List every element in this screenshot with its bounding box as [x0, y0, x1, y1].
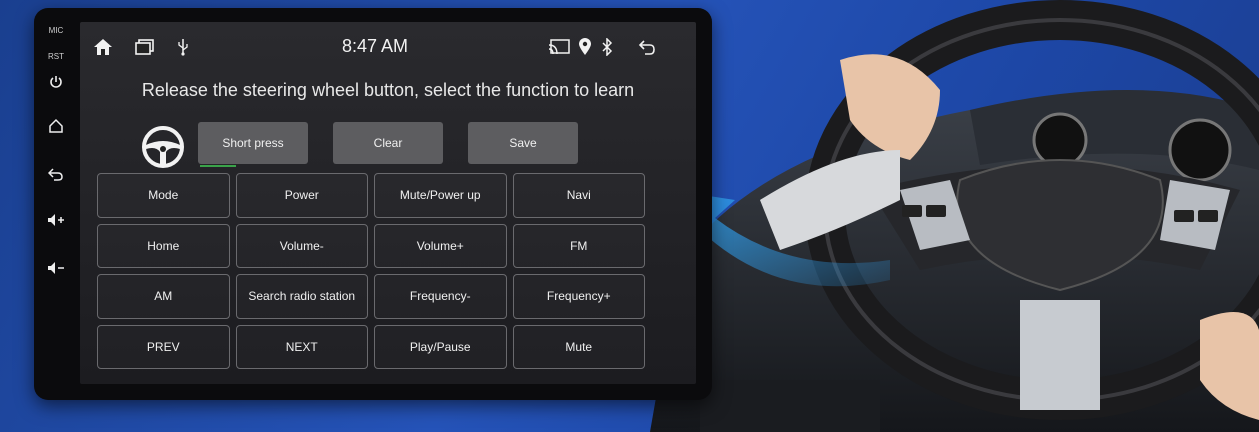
- function-navi[interactable]: Navi: [512, 173, 645, 218]
- head-unit-screen: 8:47 AM Release the steering wheel butto…: [80, 22, 696, 384]
- location-icon: [574, 36, 596, 58]
- mic-label: MIC: [48, 26, 64, 35]
- function-frequency-down[interactable]: Frequency-: [374, 274, 507, 319]
- home-icon[interactable]: [92, 36, 114, 58]
- function-play-pause[interactable]: Play/Pause: [374, 324, 507, 369]
- active-indicator: [200, 165, 236, 167]
- volume-down-icon[interactable]: [44, 256, 68, 280]
- function-volume-up[interactable]: Volume+: [374, 223, 507, 268]
- usb-icon: [172, 36, 194, 58]
- function-mute-power-up[interactable]: Mute/Power up: [374, 173, 507, 218]
- power-icon[interactable]: [44, 70, 68, 94]
- bluetooth-icon: [596, 36, 618, 58]
- rst-label: RST: [48, 52, 64, 61]
- function-prev[interactable]: PREV: [97, 324, 230, 369]
- recent-apps-icon[interactable]: [134, 36, 156, 58]
- volume-up-icon[interactable]: [44, 208, 68, 232]
- back-icon[interactable]: [636, 36, 658, 58]
- short-press-button[interactable]: Short press: [198, 122, 308, 164]
- function-frequency-up[interactable]: Frequency+: [512, 274, 645, 319]
- save-button[interactable]: Save: [468, 122, 578, 164]
- back-icon[interactable]: [44, 162, 68, 186]
- instruction-text: Release the steering wheel button, selec…: [141, 80, 635, 100]
- function-search-radio-station[interactable]: Search radio station: [235, 274, 368, 319]
- function-mode[interactable]: Mode: [97, 173, 230, 218]
- function-home[interactable]: Home: [97, 223, 230, 268]
- function-power[interactable]: Power: [235, 173, 368, 218]
- function-next[interactable]: NEXT: [235, 324, 368, 369]
- screen-mirror-icon: [548, 36, 570, 58]
- function-grid: Mode Power Mute/Power up Navi Home Volum…: [97, 173, 645, 369]
- clear-button[interactable]: Clear: [333, 122, 443, 164]
- status-bar: 8:47 AM: [80, 22, 696, 70]
- function-am[interactable]: AM: [97, 274, 230, 319]
- function-volume-down[interactable]: Volume-: [235, 223, 368, 268]
- function-mute[interactable]: Mute: [512, 324, 645, 369]
- steering-wheel-icon: [142, 126, 184, 168]
- clock: 8:47 AM: [341, 36, 409, 56]
- home-icon[interactable]: [44, 114, 68, 138]
- side-panel: MIC RST: [34, 20, 78, 390]
- function-fm[interactable]: FM: [512, 223, 645, 268]
